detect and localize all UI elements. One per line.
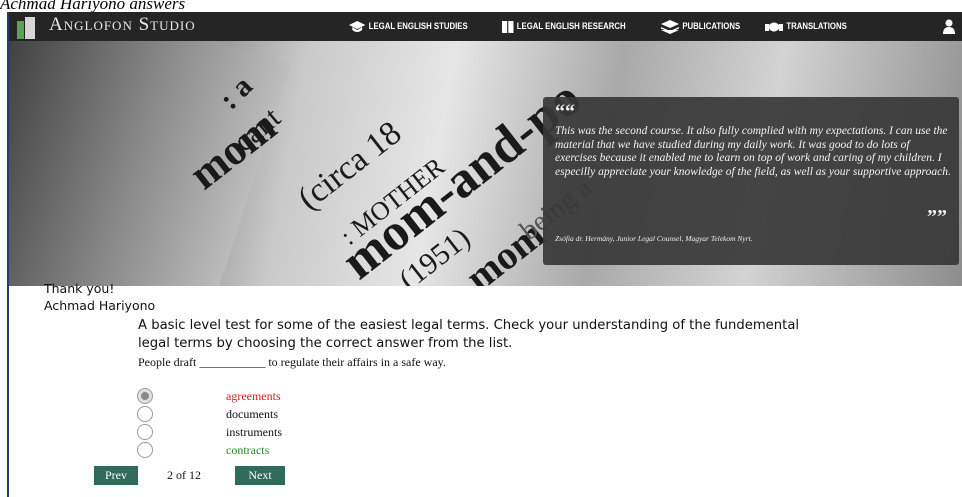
question-text: People draft ___________ to regulate the… bbox=[138, 355, 446, 369]
radio-button[interactable] bbox=[137, 388, 153, 404]
nav-translations[interactable]: TRANSLATIONS bbox=[765, 21, 847, 33]
nav-label: PUBLICATIONS bbox=[681, 21, 740, 32]
handshake-icon bbox=[765, 22, 784, 31]
option-label: contracts bbox=[226, 443, 270, 457]
next-button[interactable]: Next bbox=[235, 466, 285, 485]
logo-mark-icon[interactable] bbox=[17, 17, 35, 39]
option-label: documents bbox=[226, 407, 278, 421]
quote-open-icon: ““ bbox=[555, 101, 575, 123]
user-icon[interactable] bbox=[943, 19, 955, 34]
main-nav: LEGAL ENGLISH STUDIES LEGAL ENGLISH RESE… bbox=[349, 12, 873, 41]
user-name: Achmad Hariyono bbox=[44, 298, 156, 313]
testimonial-text: This was the second course. It also full… bbox=[555, 125, 951, 178]
testimonial-box: ““ This was the second course. It also f… bbox=[543, 97, 959, 265]
nav-legal-english-research[interactable]: LEGAL ENGLISH RESEARCH bbox=[501, 20, 626, 34]
layers-icon bbox=[660, 19, 679, 34]
prev-button[interactable]: Prev bbox=[94, 466, 138, 485]
quote-close-icon: ”” bbox=[927, 206, 947, 228]
radio-button[interactable] bbox=[137, 406, 153, 422]
nav-label: LEGAL ENGLISH STUDIES bbox=[368, 21, 468, 32]
thanks-text: Thank you! bbox=[44, 281, 115, 296]
test-description: A basic level test for some of the easie… bbox=[138, 318, 800, 351]
nav-label: TRANSLATIONS bbox=[786, 21, 847, 32]
radio-button[interactable] bbox=[137, 424, 153, 440]
option-label: instruments bbox=[226, 425, 282, 439]
nav-legal-english-studies[interactable]: LEGAL ENGLISH STUDIES bbox=[349, 20, 468, 33]
app-frame: Anglofon Studio LEGAL ENGLISH STUDIES LE… bbox=[7, 12, 962, 497]
top-navbar: Anglofon Studio LEGAL ENGLISH STUDIES LE… bbox=[9, 12, 962, 41]
radio-button[interactable] bbox=[137, 442, 153, 458]
hero-banner: mom : a cant (circa 18 : MOTHER mom-and-… bbox=[9, 41, 962, 286]
option-label: agreements bbox=[226, 389, 281, 403]
nav-label: LEGAL ENGLISH RESEARCH bbox=[516, 21, 626, 32]
page-count: 2 of 12 bbox=[167, 468, 201, 482]
site-logo-text[interactable]: Anglofon Studio bbox=[49, 14, 196, 36]
nav-publications[interactable]: PUBLICATIONS bbox=[660, 19, 740, 34]
testimonial-author: Zsófia dr. Hermány, Junior Legal Counsel… bbox=[555, 234, 753, 243]
book-icon bbox=[501, 20, 514, 33]
graduation-cap-icon bbox=[349, 20, 366, 32]
